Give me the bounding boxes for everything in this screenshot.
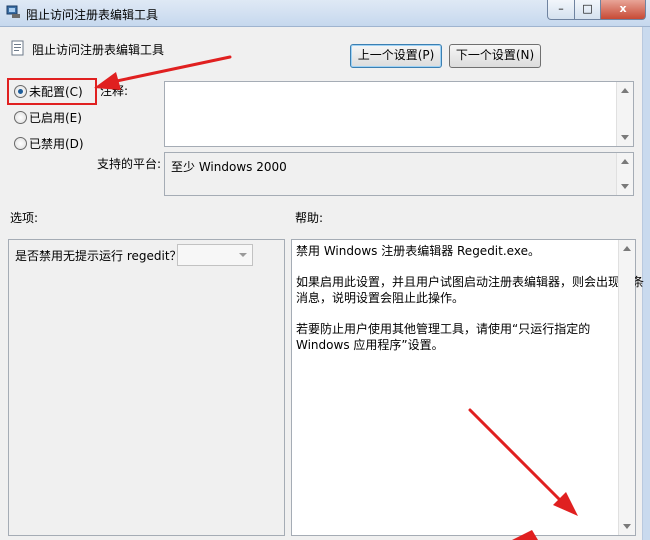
help-label: 帮助: — [295, 211, 324, 225]
scroll-down-icon[interactable] — [621, 135, 629, 140]
policy-setting-icon — [6, 5, 20, 18]
policy-document-icon — [11, 40, 24, 56]
help-pane: 禁用 Windows 注册表编辑器 Regedit.exe。 如果启用此设置，并… — [291, 239, 644, 536]
setting-title: 阻止访问注册表编辑工具 — [32, 43, 165, 57]
options-question: 是否禁用无提示运行 regedit？ — [15, 249, 182, 263]
comment-textarea[interactable] — [164, 81, 634, 147]
radio-label: 已启用(E) — [29, 111, 82, 125]
window-title: 阻止访问注册表编辑工具 — [26, 8, 159, 22]
scroll-down-icon[interactable] — [623, 524, 631, 529]
platform-field: 至少 Windows 2000 — [164, 152, 634, 196]
chevron-down-icon[interactable] — [239, 253, 247, 257]
platform-value: 至少 Windows 2000 — [171, 160, 287, 174]
maximize-button[interactable]: □ — [574, 0, 601, 20]
annotation-highlight-box — [7, 78, 97, 105]
scroll-up-icon[interactable] — [621, 159, 629, 164]
help-paragraph: 若要防止用户使用其他管理工具，请使用“只运行指定的 — [296, 322, 591, 336]
help-paragraph: 消息，说明设置会阻止此操作。 — [296, 291, 465, 305]
close-button[interactable]: x — [600, 0, 646, 20]
scroll-down-icon[interactable] — [621, 184, 629, 189]
options-label: 选项: — [10, 211, 39, 225]
scroll-up-icon[interactable] — [621, 88, 629, 93]
window-frame-right — [643, 27, 650, 540]
radio-button[interactable] — [14, 137, 27, 150]
previous-setting-button[interactable]: 上一个设置(P) — [350, 44, 442, 68]
radio-button[interactable] — [14, 111, 27, 124]
platform-scrollbar[interactable] — [616, 153, 633, 195]
options-dropdown[interactable] — [177, 244, 253, 266]
comment-scrollbar[interactable] — [616, 82, 633, 146]
help-scrollbar[interactable] — [618, 240, 635, 535]
next-setting-button[interactable]: 下一个设置(N) — [449, 44, 541, 68]
help-paragraph: 禁用 Windows 注册表编辑器 Regedit.exe。 — [296, 244, 540, 258]
platform-label: 支持的平台: — [97, 157, 162, 171]
radio-label: 已禁用(D) — [29, 137, 84, 151]
comment-label: 注释: — [100, 84, 129, 98]
options-pane: 是否禁用无提示运行 regedit？ — [8, 239, 285, 536]
help-paragraph: 如果启用此设置，并且用户试图启动注册表编辑器，则会出现一条 — [296, 275, 645, 289]
minimize-button[interactable]: – — [547, 0, 575, 20]
scroll-up-icon[interactable] — [623, 246, 631, 251]
help-paragraph: Windows 应用程序”设置。 — [296, 338, 444, 352]
